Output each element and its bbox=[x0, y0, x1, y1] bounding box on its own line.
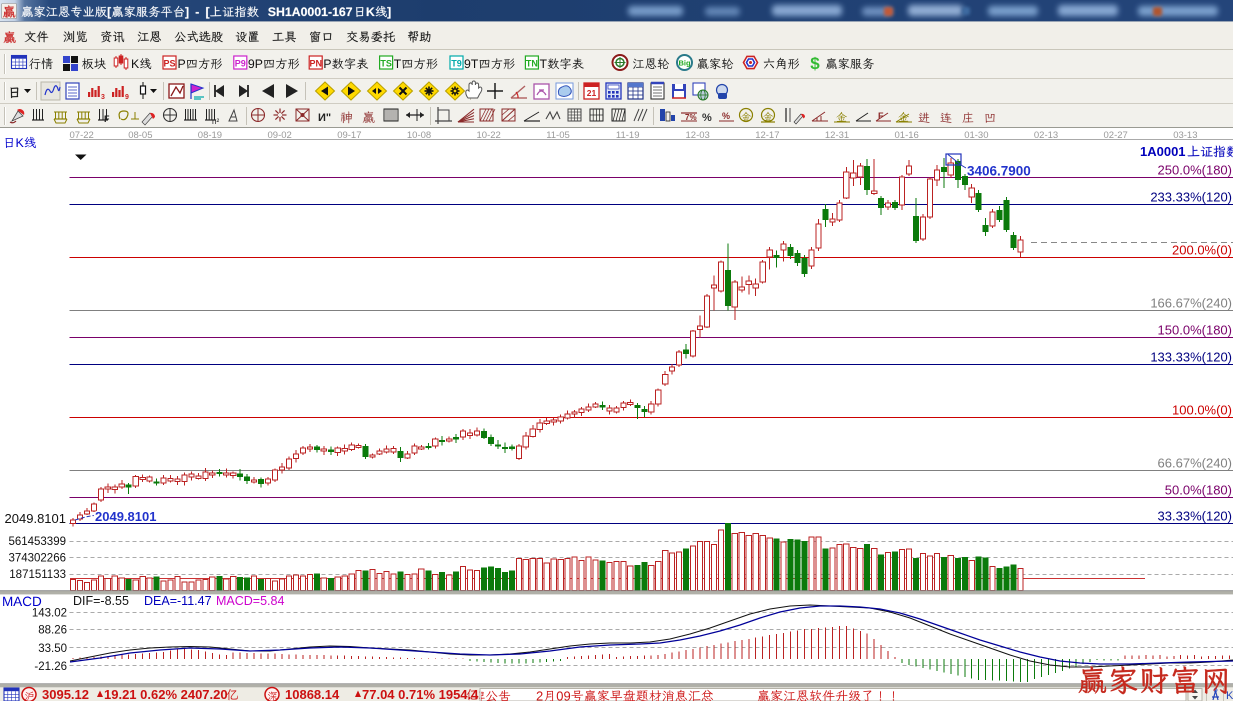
svg-text:77.04 0.71% 1954.41: 77.04 0.71% 1954.41 bbox=[362, 687, 486, 701]
svg-text:133.33%(120): 133.33%(120) bbox=[1150, 350, 1232, 365]
svg-text:PN: PN bbox=[309, 59, 322, 69]
svg-text:88.26: 88.26 bbox=[38, 625, 67, 637]
svg-text:2049.8101: 2049.8101 bbox=[5, 511, 66, 526]
svg-text:21: 21 bbox=[587, 88, 597, 98]
svg-text:DIF=-8.55: DIF=-8.55 bbox=[73, 594, 129, 608]
svg-text:%: % bbox=[702, 112, 712, 124]
svg-text:10868.14: 10868.14 bbox=[285, 687, 340, 701]
svg-text:Big: Big bbox=[678, 59, 691, 68]
svg-text:50.0%(180): 50.0%(180) bbox=[1165, 483, 1232, 498]
svg-text:-21.26: -21.26 bbox=[34, 661, 67, 673]
svg-text:3406.7900: 3406.7900 bbox=[967, 164, 1031, 179]
svg-text:$: $ bbox=[810, 54, 820, 73]
svg-text:И": И" bbox=[318, 112, 331, 124]
svg-text:150.0%(180): 150.0%(180) bbox=[1158, 323, 1232, 338]
svg-text:1A0001: 1A0001 bbox=[1140, 144, 1186, 159]
svg-text:166.67%(240): 166.67%(240) bbox=[1150, 296, 1232, 311]
svg-text:TN: TN bbox=[526, 59, 538, 69]
svg-text:250.0%(180): 250.0%(180) bbox=[1158, 163, 1232, 178]
svg-text:DEA=-11.47: DEA=-11.47 bbox=[144, 594, 212, 608]
svg-text:200.0%(0): 200.0%(0) bbox=[1172, 243, 1232, 258]
svg-text:9: 9 bbox=[125, 94, 129, 101]
svg-text:33.50: 33.50 bbox=[38, 643, 67, 655]
svg-text:374302266: 374302266 bbox=[8, 553, 66, 565]
svg-text:TS: TS bbox=[380, 59, 392, 69]
svg-text:2049.8101: 2049.8101 bbox=[95, 509, 156, 524]
svg-text:PS: PS bbox=[163, 59, 175, 69]
svg-text:187151133: 187151133 bbox=[9, 569, 66, 581]
svg-text:%: % bbox=[722, 111, 730, 121]
svg-text:7%: 7% bbox=[685, 113, 697, 122]
svg-text:66.67%(240): 66.67%(240) bbox=[1158, 456, 1232, 471]
svg-text:561453399: 561453399 bbox=[8, 536, 66, 548]
svg-text:19.21 0.62% 2407.20: 19.21 0.62% 2407.20 bbox=[104, 687, 228, 701]
svg-text:3: 3 bbox=[101, 94, 105, 101]
svg-text:143.02: 143.02 bbox=[32, 608, 67, 620]
svg-text:100.0%(0): 100.0%(0) bbox=[1172, 403, 1232, 418]
svg-text:T9: T9 bbox=[451, 59, 462, 69]
svg-text:3095.12: 3095.12 bbox=[42, 687, 89, 701]
svg-text:F: F bbox=[104, 114, 110, 124]
svg-text:233.33%(120): 233.33%(120) bbox=[1150, 190, 1232, 205]
svg-text:MACD=5.84: MACD=5.84 bbox=[216, 594, 284, 608]
svg-text:n²: n² bbox=[212, 117, 219, 126]
svg-text:33.33%(120): 33.33%(120) bbox=[1158, 509, 1232, 524]
svg-text:P9: P9 bbox=[235, 59, 246, 69]
